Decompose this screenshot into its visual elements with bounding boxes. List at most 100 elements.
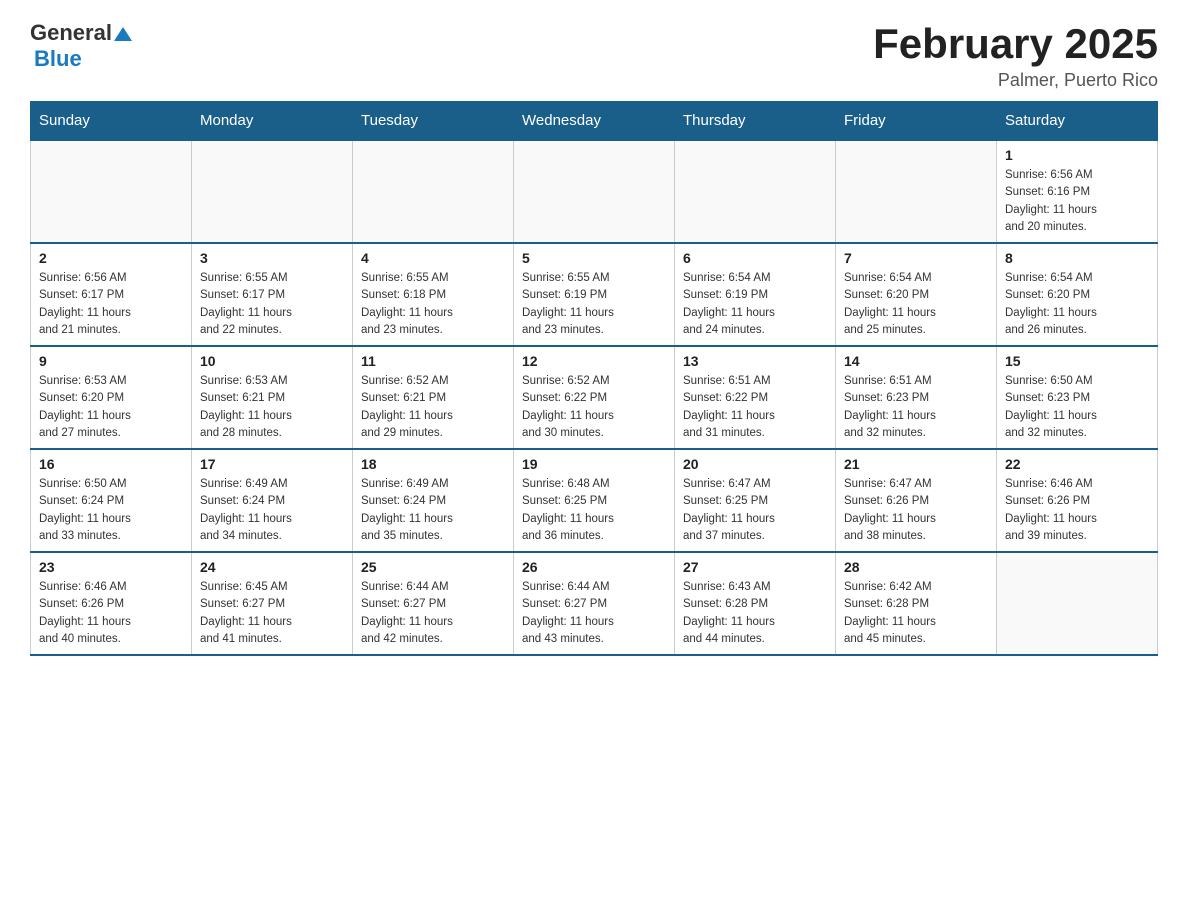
- calendar-week-row: 9 Sunrise: 6:53 AM Sunset: 6:20 PM Daylig…: [31, 346, 1158, 449]
- calendar-table: SundayMondayTuesdayWednesdayThursdayFrid…: [30, 101, 1158, 656]
- day-info: Sunrise: 6:50 AM Sunset: 6:23 PM Dayligh…: [1005, 373, 1149, 442]
- calendar-cell: 8 Sunrise: 6:54 AM Sunset: 6:20 PM Daylig…: [997, 243, 1158, 346]
- logo: General Blue: [30, 20, 132, 72]
- day-number: 20: [683, 456, 827, 472]
- day-number: 22: [1005, 456, 1149, 472]
- day-info: Sunrise: 6:54 AM Sunset: 6:20 PM Dayligh…: [844, 270, 988, 339]
- day-info: Sunrise: 6:51 AM Sunset: 6:23 PM Dayligh…: [844, 373, 988, 442]
- day-of-week-header: Sunday: [31, 102, 192, 141]
- day-info: Sunrise: 6:54 AM Sunset: 6:19 PM Dayligh…: [683, 270, 827, 339]
- calendar-header-row: SundayMondayTuesdayWednesdayThursdayFrid…: [31, 102, 1158, 141]
- day-number: 17: [200, 456, 344, 472]
- calendar-cell: 7 Sunrise: 6:54 AM Sunset: 6:20 PM Daylig…: [836, 243, 997, 346]
- day-info: Sunrise: 6:55 AM Sunset: 6:18 PM Dayligh…: [361, 270, 505, 339]
- calendar-cell: [514, 140, 675, 243]
- calendar-cell: 3 Sunrise: 6:55 AM Sunset: 6:17 PM Daylig…: [192, 243, 353, 346]
- day-number: 28: [844, 559, 988, 575]
- calendar-cell: 21Sunrise: 6:47 AM Sunset: 6:26 PM Dayli…: [836, 449, 997, 552]
- calendar-cell: 20Sunrise: 6:47 AM Sunset: 6:25 PM Dayli…: [675, 449, 836, 552]
- day-info: Sunrise: 6:46 AM Sunset: 6:26 PM Dayligh…: [39, 579, 183, 648]
- calendar-cell: 18 Sunrise: 6:49 AM Sunset: 6:24 PM Dayli…: [353, 449, 514, 552]
- location-text: Palmer, Puerto Rico: [873, 70, 1158, 91]
- month-title: February 2025: [873, 20, 1158, 68]
- day-of-week-header: Thursday: [675, 102, 836, 141]
- day-number: 3: [200, 250, 344, 266]
- day-info: Sunrise: 6:53 AM Sunset: 6:20 PM Dayligh…: [39, 373, 183, 442]
- day-info: Sunrise: 6:46 AM Sunset: 6:26 PM Dayligh…: [1005, 476, 1149, 545]
- day-info: Sunrise: 6:44 AM Sunset: 6:27 PM Dayligh…: [522, 579, 666, 648]
- day-number: 10: [200, 353, 344, 369]
- logo-blue-text: Blue: [34, 46, 82, 71]
- calendar-cell: 19Sunrise: 6:48 AM Sunset: 6:25 PM Dayli…: [514, 449, 675, 552]
- day-info: Sunrise: 6:53 AM Sunset: 6:21 PM Dayligh…: [200, 373, 344, 442]
- day-of-week-header: Saturday: [997, 102, 1158, 141]
- calendar-cell: 27 Sunrise: 6:43 AM Sunset: 6:28 PM Dayli…: [675, 552, 836, 655]
- calendar-cell: 10 Sunrise: 6:53 AM Sunset: 6:21 PM Dayli…: [192, 346, 353, 449]
- day-info: Sunrise: 6:49 AM Sunset: 6:24 PM Dayligh…: [361, 476, 505, 545]
- calendar-cell: 5Sunrise: 6:55 AM Sunset: 6:19 PM Daylig…: [514, 243, 675, 346]
- calendar-cell: 23 Sunrise: 6:46 AM Sunset: 6:26 PM Dayli…: [31, 552, 192, 655]
- day-info: Sunrise: 6:56 AM Sunset: 6:16 PM Dayligh…: [1005, 167, 1149, 236]
- calendar-cell: 28 Sunrise: 6:42 AM Sunset: 6:28 PM Dayli…: [836, 552, 997, 655]
- day-info: Sunrise: 6:44 AM Sunset: 6:27 PM Dayligh…: [361, 579, 505, 648]
- day-number: 4: [361, 250, 505, 266]
- day-number: 19: [522, 456, 666, 472]
- calendar-cell: [353, 140, 514, 243]
- day-number: 2: [39, 250, 183, 266]
- day-number: 11: [361, 353, 505, 369]
- day-number: 8: [1005, 250, 1149, 266]
- calendar-cell: [675, 140, 836, 243]
- day-info: Sunrise: 6:49 AM Sunset: 6:24 PM Dayligh…: [200, 476, 344, 545]
- day-number: 7: [844, 250, 988, 266]
- day-number: 14: [844, 353, 988, 369]
- calendar-cell: 11 Sunrise: 6:52 AM Sunset: 6:21 PM Dayli…: [353, 346, 514, 449]
- calendar-cell: 26 Sunrise: 6:44 AM Sunset: 6:27 PM Dayli…: [514, 552, 675, 655]
- day-info: Sunrise: 6:50 AM Sunset: 6:24 PM Dayligh…: [39, 476, 183, 545]
- day-info: Sunrise: 6:43 AM Sunset: 6:28 PM Dayligh…: [683, 579, 827, 648]
- calendar-cell: 17 Sunrise: 6:49 AM Sunset: 6:24 PM Dayli…: [192, 449, 353, 552]
- calendar-cell: 6 Sunrise: 6:54 AM Sunset: 6:19 PM Daylig…: [675, 243, 836, 346]
- title-section: February 2025 Palmer, Puerto Rico: [873, 20, 1158, 91]
- day-info: Sunrise: 6:42 AM Sunset: 6:28 PM Dayligh…: [844, 579, 988, 648]
- day-number: 23: [39, 559, 183, 575]
- day-number: 24: [200, 559, 344, 575]
- calendar-week-row: 23 Sunrise: 6:46 AM Sunset: 6:26 PM Dayli…: [31, 552, 1158, 655]
- calendar-cell: [31, 140, 192, 243]
- day-info: Sunrise: 6:52 AM Sunset: 6:22 PM Dayligh…: [522, 373, 666, 442]
- day-number: 13: [683, 353, 827, 369]
- day-info: Sunrise: 6:54 AM Sunset: 6:20 PM Dayligh…: [1005, 270, 1149, 339]
- day-number: 1: [1005, 147, 1149, 163]
- calendar-cell: [836, 140, 997, 243]
- day-number: 15: [1005, 353, 1149, 369]
- calendar-week-row: 16 Sunrise: 6:50 AM Sunset: 6:24 PM Dayli…: [31, 449, 1158, 552]
- calendar-cell: 14 Sunrise: 6:51 AM Sunset: 6:23 PM Dayli…: [836, 346, 997, 449]
- calendar-cell: 24 Sunrise: 6:45 AM Sunset: 6:27 PM Dayli…: [192, 552, 353, 655]
- calendar-cell: 25 Sunrise: 6:44 AM Sunset: 6:27 PM Dayli…: [353, 552, 514, 655]
- day-number: 18: [361, 456, 505, 472]
- day-info: Sunrise: 6:51 AM Sunset: 6:22 PM Dayligh…: [683, 373, 827, 442]
- day-number: 26: [522, 559, 666, 575]
- calendar-cell: 22 Sunrise: 6:46 AM Sunset: 6:26 PM Dayli…: [997, 449, 1158, 552]
- day-info: Sunrise: 6:56 AM Sunset: 6:17 PM Dayligh…: [39, 270, 183, 339]
- day-number: 6: [683, 250, 827, 266]
- day-of-week-header: Wednesday: [514, 102, 675, 141]
- calendar-week-row: 1 Sunrise: 6:56 AM Sunset: 6:16 PM Daylig…: [31, 140, 1158, 243]
- day-of-week-header: Tuesday: [353, 102, 514, 141]
- calendar-cell: 4 Sunrise: 6:55 AM Sunset: 6:18 PM Daylig…: [353, 243, 514, 346]
- day-number: 9: [39, 353, 183, 369]
- calendar-cell: 13 Sunrise: 6:51 AM Sunset: 6:22 PM Dayli…: [675, 346, 836, 449]
- calendar-cell: 9 Sunrise: 6:53 AM Sunset: 6:20 PM Daylig…: [31, 346, 192, 449]
- day-number: 16: [39, 456, 183, 472]
- calendar-cell: 12Sunrise: 6:52 AM Sunset: 6:22 PM Dayli…: [514, 346, 675, 449]
- calendar-cell: [192, 140, 353, 243]
- day-number: 25: [361, 559, 505, 575]
- day-info: Sunrise: 6:55 AM Sunset: 6:19 PM Dayligh…: [522, 270, 666, 339]
- day-info: Sunrise: 6:52 AM Sunset: 6:21 PM Dayligh…: [361, 373, 505, 442]
- day-number: 27: [683, 559, 827, 575]
- day-info: Sunrise: 6:55 AM Sunset: 6:17 PM Dayligh…: [200, 270, 344, 339]
- logo-general-text: General: [30, 20, 112, 46]
- calendar-cell: [997, 552, 1158, 655]
- day-info: Sunrise: 6:45 AM Sunset: 6:27 PM Dayligh…: [200, 579, 344, 648]
- day-info: Sunrise: 6:47 AM Sunset: 6:26 PM Dayligh…: [844, 476, 988, 545]
- day-of-week-header: Friday: [836, 102, 997, 141]
